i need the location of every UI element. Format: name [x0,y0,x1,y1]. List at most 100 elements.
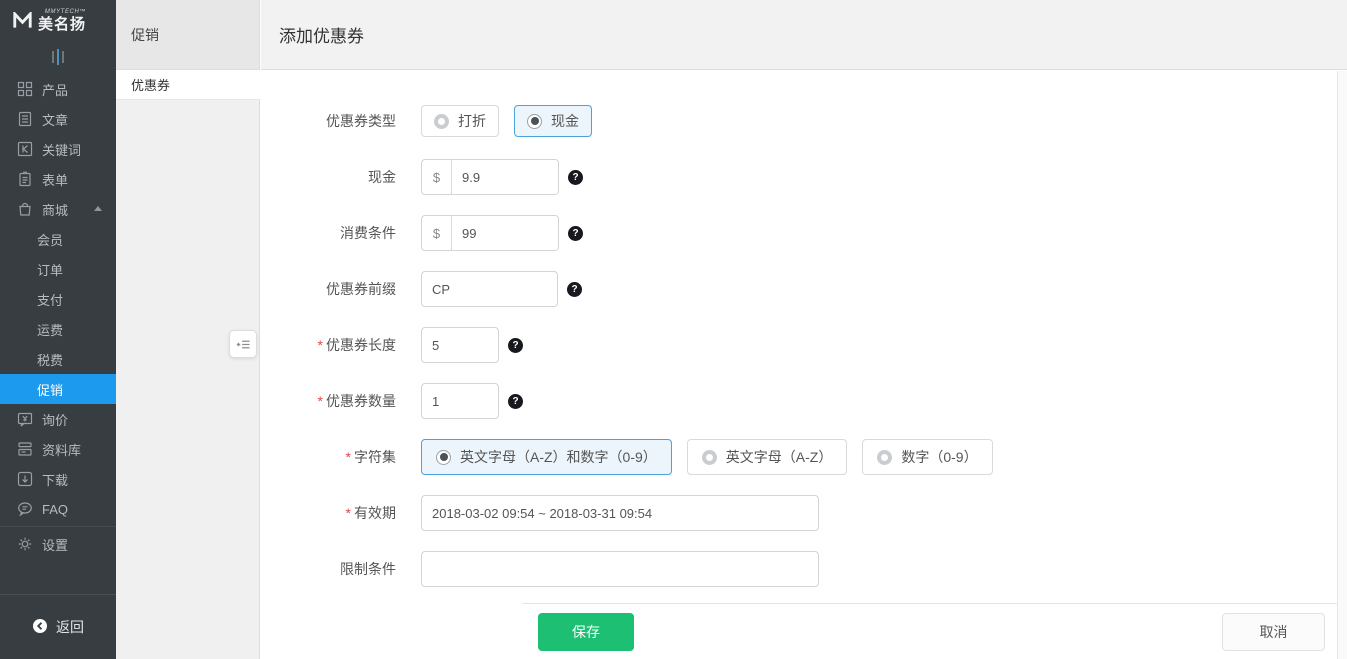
sidebar-item-tax[interactable]: 税费 [0,344,116,374]
code-prefix-input[interactable] [421,271,558,307]
sidebar-item-forms[interactable]: 表单 [0,164,116,194]
condition-input-group: $ [421,215,559,251]
help-icon[interactable]: ? [508,338,523,353]
sidebar-item-label: 税费 [37,350,63,369]
back-circle-icon [32,618,48,637]
sidebar-item-label: FAQ [42,502,68,517]
toggle-bar-icon [62,51,64,63]
sidebar-item-mall[interactable]: 商城 [0,194,116,224]
sidebar-item-library[interactable]: 资料库 [0,434,116,464]
brand-logo[interactable]: MMYTECH™ 美名扬 [0,0,116,40]
condition-input[interactable] [452,216,558,250]
toggle-bar-icon [52,51,54,63]
sidebar-item-inquiry[interactable]: 询价 [0,404,116,434]
radio-icon [434,114,449,129]
sidebar-item-shipping[interactable]: 运费 [0,314,116,344]
sidebar-item-faq[interactable]: FAQ [0,494,116,524]
sidebar-menu: 产品 文章 关键词 表单 商城 会员 订单 支付 运费 税费 促销 [0,74,116,559]
cash-input-group: $ [421,159,559,195]
help-icon[interactable]: ? [568,226,583,241]
secondary-item-coupon[interactable]: 优惠券 [116,70,260,100]
form-row-charset: *字符集 英文字母（A-Z）和数字（0-9） 英文字母（A-Z） 数字（0-9） [261,439,1337,475]
sidebar-item-label: 资料库 [42,440,81,459]
field-label: 消费条件 [261,223,396,243]
sidebar-item-label: 下载 [42,470,68,489]
save-button[interactable]: 保存 [538,613,634,651]
coupon-type-option-cash[interactable]: 现金 [514,105,592,137]
gear-icon [17,536,33,552]
sidebar-collapse-toggle[interactable] [0,40,116,74]
keyword-icon [17,141,33,157]
form-row-validity: *有效期 [261,495,1337,531]
page-title: 添加优惠券 [279,22,364,47]
field-label: *有效期 [261,503,396,523]
form-row-condition: 消费条件 $ ? [261,215,1337,251]
help-icon[interactable]: ? [568,170,583,185]
library-icon [17,441,33,457]
field-label: 现金 [261,167,396,187]
sidebar-item-promotion[interactable]: 促销 [0,374,116,404]
main-area: 添加优惠券 优惠券类型 打折 现金 现金 $ [261,0,1347,659]
menu-fold-icon [236,337,251,352]
charset-option-numeric[interactable]: 数字（0-9） [862,439,992,475]
field-label: 优惠券前缀 [261,279,396,299]
form-row-quantity: *优惠券数量 ? [261,383,1337,419]
sidebar-item-label: 关键词 [42,140,81,159]
help-icon[interactable]: ? [508,394,523,409]
charset-option-alnum[interactable]: 英文字母（A-Z）和数字（0-9） [421,439,672,475]
sidebar-item-label: 订单 [37,260,63,279]
code-length-input[interactable] [421,327,499,363]
sidebar-item-members[interactable]: 会员 [0,224,116,254]
restriction-input[interactable] [421,551,819,587]
sidebar-item-label: 询价 [42,410,68,429]
article-icon [17,111,33,127]
coupon-type-option-discount[interactable]: 打折 [421,105,499,137]
secondary-panel-title: 促销 [116,0,259,70]
sidebar-item-settings[interactable]: 设置 [0,529,116,559]
toggle-bar-icon [57,49,59,65]
field-label: *优惠券数量 [261,391,396,411]
vertical-scrollbar[interactable] [1337,71,1347,659]
sidebar-item-downloads[interactable]: 下载 [0,464,116,494]
back-label: 返回 [56,617,84,637]
sidebar-item-articles[interactable]: 文章 [0,104,116,134]
sidebar-item-payment[interactable]: 支付 [0,284,116,314]
back-button[interactable]: 返回 [32,617,84,637]
radio-checked-icon [436,450,451,465]
radio-icon [877,450,892,465]
field-label: *字符集 [261,447,396,467]
form-row-coupon-type: 优惠券类型 打折 现金 [261,103,1337,139]
primary-sidebar: MMYTECH™ 美名扬 产品 文章 关键词 表单 [0,0,116,659]
sidebar-item-orders[interactable]: 订单 [0,254,116,284]
clipboard-icon [17,171,33,187]
shopping-bag-icon [17,201,33,217]
sidebar-item-products[interactable]: 产品 [0,74,116,104]
sidebar-item-label: 商城 [42,200,68,219]
sidebar-item-label: 产品 [42,80,68,99]
currency-addon: $ [422,216,452,250]
sidebar-item-label: 运费 [37,320,63,339]
page-header: 添加优惠券 [261,0,1347,70]
cancel-button[interactable]: 取消 [1222,613,1325,651]
validity-date-range-input[interactable] [421,495,819,531]
caret-up-icon [94,206,102,211]
field-label: 限制条件 [261,559,396,579]
charset-option-alpha[interactable]: 英文字母（A-Z） [687,439,848,475]
brand-m-icon [13,12,32,29]
grid-icon [17,81,33,97]
form-row-code-prefix: 优惠券前缀 ? [261,271,1337,307]
form-row-restriction: 限制条件 [261,551,1337,587]
cash-input[interactable] [452,160,558,194]
menu-divider [0,526,116,527]
form-row-cash: 现金 $ ? [261,159,1337,195]
sidebar-item-keywords[interactable]: 关键词 [0,134,116,164]
radio-checked-icon [527,114,542,129]
quantity-input[interactable] [421,383,499,419]
brand-name: 美名扬 [38,17,86,32]
help-icon[interactable]: ? [567,282,582,297]
radio-icon [702,450,717,465]
faq-chat-icon [17,501,33,517]
panel-collapse-button[interactable] [229,330,257,358]
download-icon [17,471,33,487]
form-row-code-length: *优惠券长度 ? [261,327,1337,363]
